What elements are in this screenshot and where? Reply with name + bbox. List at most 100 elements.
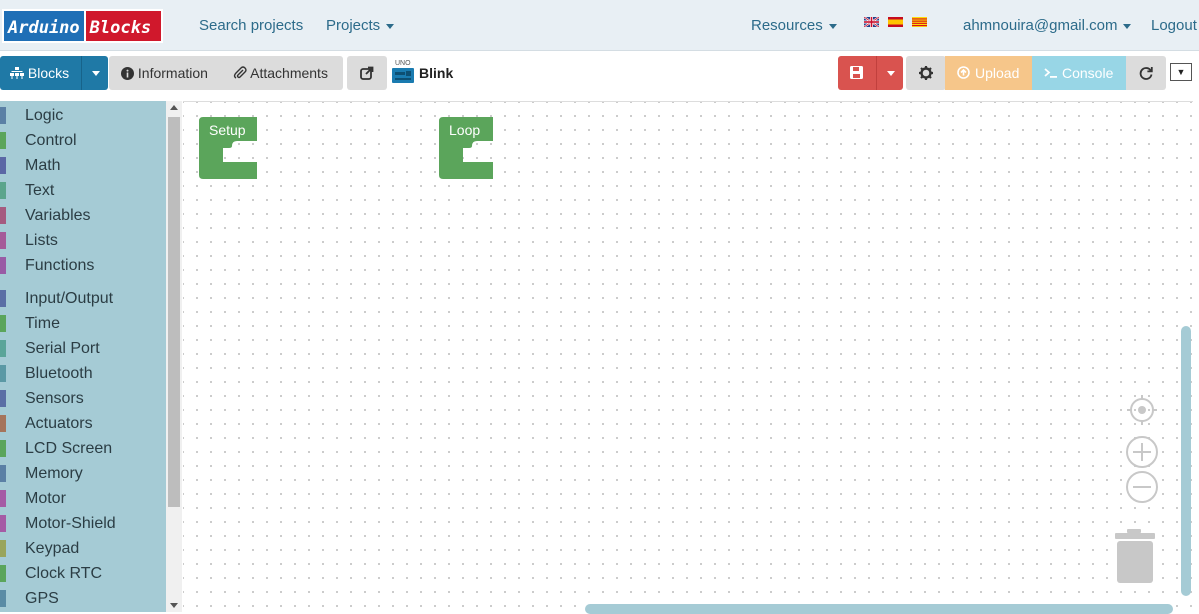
scroll-up-arrow-icon[interactable]	[170, 105, 178, 110]
trash-can-icon[interactable]	[1113, 529, 1157, 585]
upload-button[interactable]: Upload	[945, 56, 1033, 90]
sidebar-category-item[interactable]: Control	[0, 128, 166, 153]
workspace-vertical-scrollbar[interactable]	[1181, 326, 1191, 596]
logout-link[interactable]: Logout	[1151, 0, 1197, 51]
scroll-down-arrow-icon[interactable]	[170, 603, 178, 608]
gear-icon	[919, 66, 933, 80]
loop-block-label: Loop	[449, 122, 481, 138]
sidebar-category-label: Keypad	[25, 540, 80, 557]
share-export-button[interactable]	[347, 56, 387, 90]
category-color-swatch	[0, 290, 6, 307]
uk-flag-icon[interactable]	[864, 17, 879, 27]
share-square-icon	[360, 66, 374, 80]
sidebar-category-item[interactable]: Math	[0, 153, 166, 178]
information-label: Information	[137, 65, 208, 81]
project-toolbar: Blocks Information Attachments UNO Blink	[0, 51, 1199, 100]
resources-menu[interactable]: Resources	[751, 0, 837, 51]
projects-menu[interactable]: Projects	[326, 0, 395, 51]
sidebar-category-item[interactable]: Actuators	[0, 411, 166, 436]
sidebar-category-item[interactable]: Serial Port	[0, 336, 166, 361]
category-color-swatch	[0, 365, 6, 382]
save-dropdown-toggle[interactable]	[876, 56, 904, 90]
sidebar-category-item[interactable]: Keypad	[0, 536, 166, 561]
sidebar-category-item[interactable]: Motor-Shield	[0, 511, 166, 536]
caret-down-icon	[887, 71, 895, 76]
sidebar-category-item[interactable]: Sensors	[0, 386, 166, 411]
category-color-swatch	[0, 182, 6, 199]
refresh-button[interactable]	[1126, 56, 1166, 90]
sidebar-category-label: Control	[25, 132, 77, 149]
sidebar-category-item[interactable]: GPS	[0, 586, 166, 611]
workspace-horizontal-scrollbar[interactable]	[585, 604, 1173, 614]
category-color-swatch	[0, 315, 6, 332]
spain-flag-icon[interactable]	[888, 17, 903, 27]
blockly-workspace[interactable]: Setup Loop	[183, 101, 1193, 612]
zoom-in-icon[interactable]	[1125, 435, 1159, 469]
attachments-button[interactable]: Attachments	[233, 56, 328, 90]
sidebar-category-item[interactable]: Lists	[0, 228, 166, 253]
recenter-icon[interactable]	[1127, 395, 1157, 425]
zoom-out-icon[interactable]	[1125, 470, 1159, 504]
project-name: Blink	[419, 65, 454, 81]
floppy-disk-icon	[850, 66, 863, 79]
console-button[interactable]: Console	[1032, 56, 1127, 90]
sidebar-category-label: Text	[25, 182, 55, 199]
sidebar-category-label: Serial Port	[25, 340, 100, 357]
sidebar-category-label: Clock RTC	[25, 565, 103, 582]
category-color-swatch	[0, 107, 6, 124]
sidebar-category-item[interactable]: Clock RTC	[0, 561, 166, 586]
board-tag: UNO	[395, 60, 411, 67]
blocks-button-content: Blocks	[10, 56, 69, 90]
user-account-menu[interactable]: ahmnouira@gmail.com	[963, 0, 1132, 51]
loop-block[interactable]: Loop	[439, 117, 495, 184]
search-projects-link[interactable]: Search projects	[199, 0, 303, 51]
information-button[interactable]: Information	[121, 56, 208, 90]
sidebar-category-item[interactable]: Text	[0, 178, 166, 203]
sidebar-category-item[interactable]: Memory	[0, 461, 166, 486]
sitemap-icon	[10, 67, 24, 79]
blocks-dropdown-toggle[interactable]	[81, 56, 109, 90]
blocks-label: Blocks	[27, 65, 70, 81]
project-info-group: Information Attachments	[109, 56, 343, 90]
sidebar-category-item[interactable]: LCD Screen	[0, 436, 166, 461]
category-color-swatch	[0, 207, 6, 224]
sidebar-category-item[interactable]: Input/Output	[0, 286, 166, 311]
sidebar-scrollbar[interactable]	[166, 101, 182, 612]
console-label: Console	[1062, 65, 1114, 81]
sidebar-category-label: Bluetooth	[25, 365, 93, 382]
catalonia-flag-icon[interactable]	[912, 17, 927, 27]
save-button[interactable]	[838, 56, 903, 90]
sidebar-category-item[interactable]: Logic	[0, 103, 166, 128]
extra-options-dropdown[interactable]: ▼	[1170, 63, 1192, 81]
category-color-swatch	[0, 565, 6, 582]
sidebar-category-label: Sensors	[25, 390, 84, 407]
category-color-swatch	[0, 490, 6, 507]
sidebar-category-item[interactable]: Variables	[0, 203, 166, 228]
sidebar-category-label: LCD Screen	[25, 440, 113, 457]
category-color-swatch	[0, 540, 6, 557]
upload-label: Upload	[975, 65, 1020, 81]
paperclip-icon	[233, 66, 247, 79]
sidebar-category-item[interactable]: Motor	[0, 486, 166, 511]
settings-button[interactable]	[906, 56, 946, 90]
projects-menu-label: Projects	[326, 17, 381, 34]
sidebar-category-item[interactable]: Bluetooth	[0, 361, 166, 386]
terminal-icon	[1044, 68, 1057, 78]
sidebar-scroll-thumb[interactable]	[168, 117, 180, 507]
sidebar-category-item[interactable]: Functions	[0, 253, 166, 278]
category-color-swatch	[0, 440, 6, 457]
sidebar-category-label: Time	[25, 315, 60, 332]
category-color-swatch	[0, 232, 6, 249]
caret-down-icon	[386, 23, 395, 29]
sidebar-category-label: Motor-Shield	[25, 515, 116, 532]
refresh-icon	[1139, 67, 1153, 80]
sidebar-category-label: Memory	[25, 465, 83, 482]
sidebar-category-label: Logic	[25, 107, 64, 124]
logo-text-arduino: Arduino	[2, 9, 86, 43]
sidebar-category-label: Lists	[25, 232, 58, 249]
caret-down-icon	[828, 23, 837, 29]
setup-block[interactable]: Setup	[199, 117, 259, 184]
sidebar-category-item[interactable]: Time	[0, 311, 166, 336]
blocks-button[interactable]: Blocks	[0, 56, 108, 90]
arduinoblocks-logo[interactable]: Arduino Blocks	[2, 9, 164, 43]
